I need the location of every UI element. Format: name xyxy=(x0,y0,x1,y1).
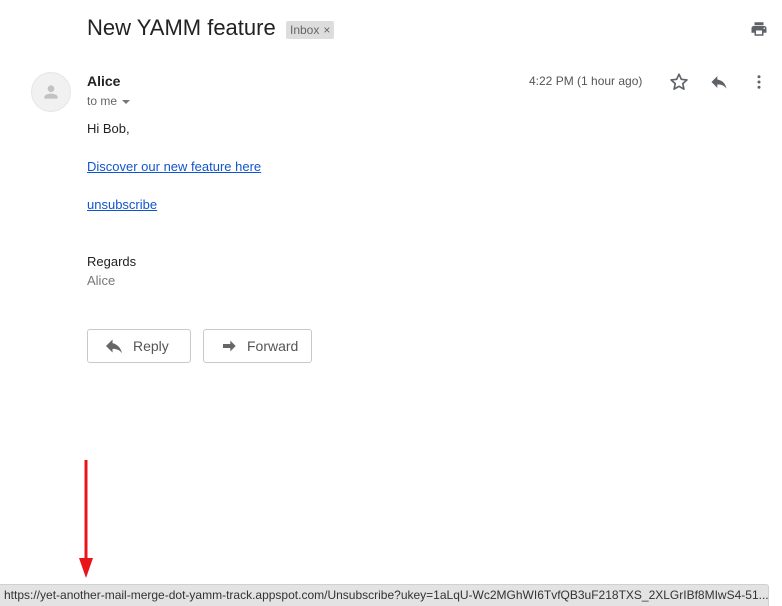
star-icon[interactable] xyxy=(668,71,690,93)
forward-button-label: Forward xyxy=(247,338,299,354)
inbox-label-chip[interactable]: Inbox × xyxy=(286,21,335,39)
status-bar-url: https://yet-another-mail-merge-dot-yamm-… xyxy=(0,584,769,606)
forward-button[interactable]: Forward xyxy=(203,329,312,363)
more-vert-icon[interactable] xyxy=(750,72,768,92)
reply-button[interactable]: Reply xyxy=(87,329,191,363)
person-icon xyxy=(44,85,58,99)
email-view: New YAMM feature Inbox × Alice to me 4:2… xyxy=(0,0,782,606)
reply-button-label: Reply xyxy=(133,338,169,354)
sender-name[interactable]: Alice xyxy=(87,73,120,89)
forward-arrow-icon xyxy=(223,340,236,352)
email-timestamp: 4:22 PM (1 hour ago) xyxy=(529,74,643,88)
reply-icon xyxy=(106,339,122,354)
remove-label-icon[interactable]: × xyxy=(323,21,330,39)
reply-icon[interactable] xyxy=(708,72,730,92)
greeting-text: Hi Bob, xyxy=(87,121,130,136)
recipient-dropdown[interactable]: to me xyxy=(87,94,131,108)
email-subject: New YAMM feature xyxy=(87,15,276,40)
closing-text: Regards xyxy=(87,254,137,269)
print-icon[interactable] xyxy=(750,20,768,38)
feature-link[interactable]: Discover our new feature here xyxy=(87,159,261,174)
signature-text: Alice xyxy=(87,273,116,288)
caret-down-icon xyxy=(122,99,131,104)
avatar xyxy=(31,72,71,112)
unsubscribe-link[interactable]: unsubscribe xyxy=(87,197,157,212)
annotation-arrow xyxy=(79,460,93,578)
label-text: Inbox xyxy=(290,23,320,37)
recipient-text: to me xyxy=(87,94,118,108)
